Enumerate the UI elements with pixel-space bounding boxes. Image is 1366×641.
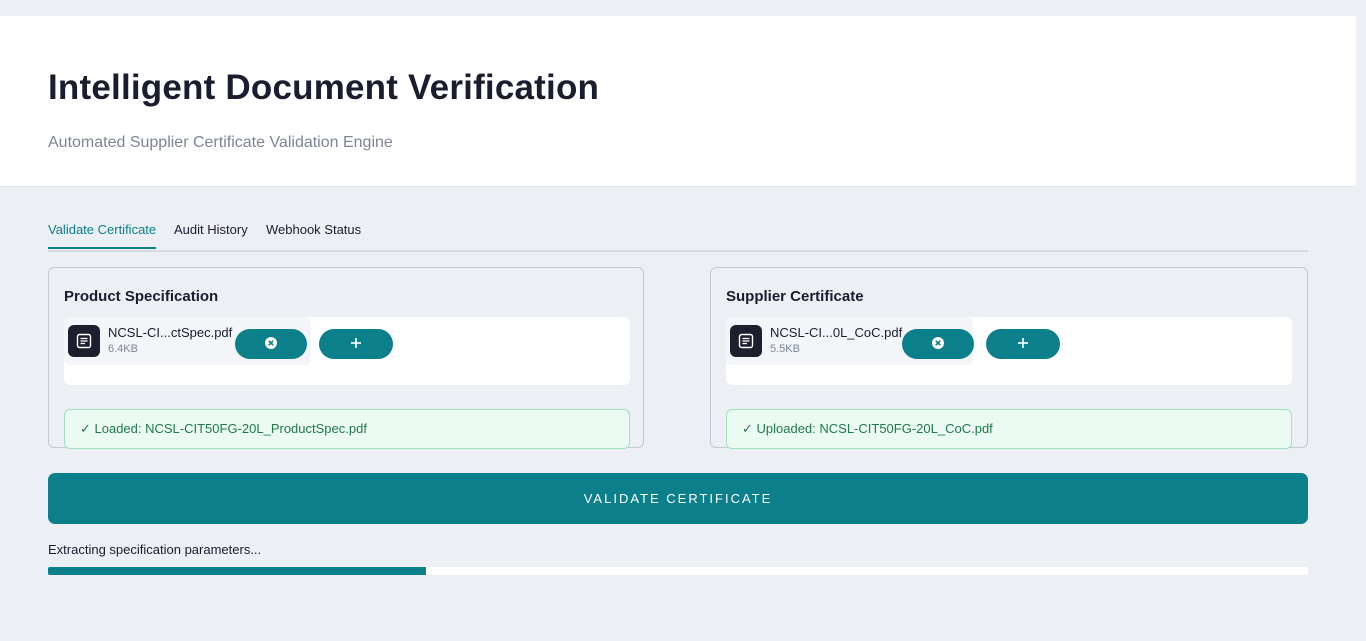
panel-title: Product Specification xyxy=(64,288,219,305)
remove-file-button[interactable] xyxy=(902,329,974,359)
tab-bar: Validate Certificate Audit History Webho… xyxy=(48,220,1308,252)
document-icon xyxy=(68,325,100,357)
plus-icon xyxy=(350,337,362,352)
add-file-button[interactable] xyxy=(319,329,393,359)
validate-certificate-button[interactable]: VALIDATE CERTIFICATE xyxy=(48,473,1308,524)
tab-validate-certificate[interactable]: Validate Certificate xyxy=(48,222,157,249)
tab-audit-history[interactable]: Audit History xyxy=(174,222,248,247)
file-name: NCSL-CI...0L_CoC.pdf xyxy=(770,325,903,340)
progress-label: Extracting specification parameters... xyxy=(48,542,262,557)
file-name: NCSL-CI...ctSpec.pdf xyxy=(108,325,233,340)
upload-status-message: ✓ Uploaded: NCSL-CIT50FG-20L_CoC.pdf xyxy=(726,409,1292,449)
page-title: Intelligent Document Verification xyxy=(48,68,600,107)
document-icon xyxy=(730,325,762,357)
progress-bar-fill xyxy=(48,567,426,575)
plus-icon xyxy=(1017,337,1029,352)
tab-webhook-status[interactable]: Webhook Status xyxy=(266,222,361,247)
product-spec-panel: Product Specification NCSL-CI...ctSpec.p… xyxy=(48,267,644,449)
add-file-button[interactable] xyxy=(986,329,1060,359)
file-size: 5.5KB xyxy=(770,343,800,355)
close-circle-icon xyxy=(264,336,278,353)
supplier-cert-panel: Supplier Certificate NCSL-CI...0L_CoC.pd… xyxy=(710,267,1308,449)
file-dropzone[interactable]: NCSL-CI...0L_CoC.pdf 5.5KB xyxy=(726,317,1292,385)
remove-file-button[interactable] xyxy=(235,329,307,359)
file-dropzone[interactable]: NCSL-CI...ctSpec.pdf 6.4KB xyxy=(64,317,630,385)
close-circle-icon xyxy=(931,336,945,353)
upload-status-message: ✓ Loaded: NCSL-CIT50FG-20L_ProductSpec.p… xyxy=(64,409,630,449)
page-subtitle: Automated Supplier Certificate Validatio… xyxy=(48,134,393,151)
file-size: 6.4KB xyxy=(108,343,138,355)
panel-title: Supplier Certificate xyxy=(726,288,864,305)
page-header: Intelligent Document Verification Automa… xyxy=(0,16,1356,187)
progress-bar xyxy=(48,567,1308,575)
